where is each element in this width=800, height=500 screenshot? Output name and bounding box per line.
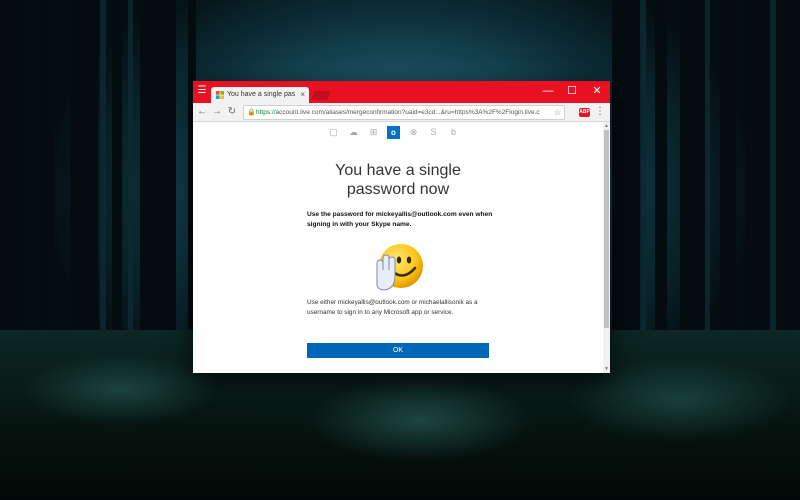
browser-settings-menu-icon[interactable]: ⋮ bbox=[595, 105, 605, 119]
forward-button[interactable]: → bbox=[211, 105, 223, 119]
url-text: https://account.live.com/aliases/mergeco… bbox=[256, 109, 540, 116]
skype-icon[interactable]: S bbox=[427, 126, 440, 139]
reload-button[interactable]: ↻ bbox=[226, 105, 238, 119]
page-scrollbar[interactable]: ▲ ▼ bbox=[603, 122, 610, 373]
xbox-icon[interactable]: ⊗ bbox=[407, 126, 420, 139]
page-title-line-1: You have a single bbox=[335, 162, 461, 179]
waving-emoticon-icon bbox=[376, 244, 423, 291]
onedrive-icon[interactable]: ☁ bbox=[347, 126, 360, 139]
tab-close-icon[interactable]: × bbox=[300, 87, 305, 103]
bing-icon[interactable]: b bbox=[447, 126, 460, 139]
browser-toolbar: ← → ↻ 🔒 https://account.live.com/aliases… bbox=[193, 103, 610, 122]
scroll-down-arrow-icon[interactable]: ▼ bbox=[603, 366, 610, 372]
close-window-button[interactable]: ✕ bbox=[590, 84, 604, 98]
microsoft-app-strip: ▢ ☁ ⊞ o ⊗ S b bbox=[327, 126, 467, 140]
title-bar: ☰ You have a single passw × — ☐ ✕ bbox=[193, 81, 610, 103]
new-tab-button[interactable] bbox=[311, 91, 331, 100]
bookmark-star-icon[interactable]: ☆ bbox=[554, 106, 561, 119]
scroll-up-arrow-icon[interactable]: ▲ bbox=[603, 123, 610, 129]
page-title-line-2: password now bbox=[346, 181, 450, 198]
ok-button[interactable]: OK bbox=[307, 343, 489, 358]
back-button[interactable]: ← bbox=[196, 105, 208, 119]
page-content: ▢ ☁ ⊞ o ⊗ S b You have a single password… bbox=[193, 122, 603, 373]
office-icon[interactable]: ▢ bbox=[327, 126, 340, 139]
scroll-thumb[interactable] bbox=[604, 130, 609, 328]
maximize-button[interactable]: ☐ bbox=[565, 84, 579, 98]
page-title: You have a single password now bbox=[193, 161, 603, 199]
adblock-extension-icon[interactable]: ABP bbox=[579, 108, 590, 117]
windows-icon[interactable]: ⊞ bbox=[367, 126, 380, 139]
username-info-text: Use either mickeyallis@outlook.com or mi… bbox=[307, 299, 478, 316]
browser-window: ☰ You have a single passw × — ☐ ✕ ← → ↻ … bbox=[193, 81, 610, 373]
browser-tab[interactable]: You have a single passw × bbox=[211, 87, 309, 103]
outlook-icon[interactable]: o bbox=[387, 126, 400, 139]
microsoft-favicon-icon bbox=[216, 91, 224, 99]
minimize-button[interactable]: — bbox=[541, 84, 555, 98]
address-bar[interactable]: 🔒 https://account.live.com/aliases/merge… bbox=[243, 105, 565, 120]
tab-title: You have a single passw bbox=[227, 91, 295, 98]
lock-icon: 🔒 bbox=[247, 109, 256, 116]
browser-menu-icon[interactable]: ☰ bbox=[197, 86, 207, 96]
password-info-text: Use the password for mickeyallis@outlook… bbox=[307, 211, 493, 228]
